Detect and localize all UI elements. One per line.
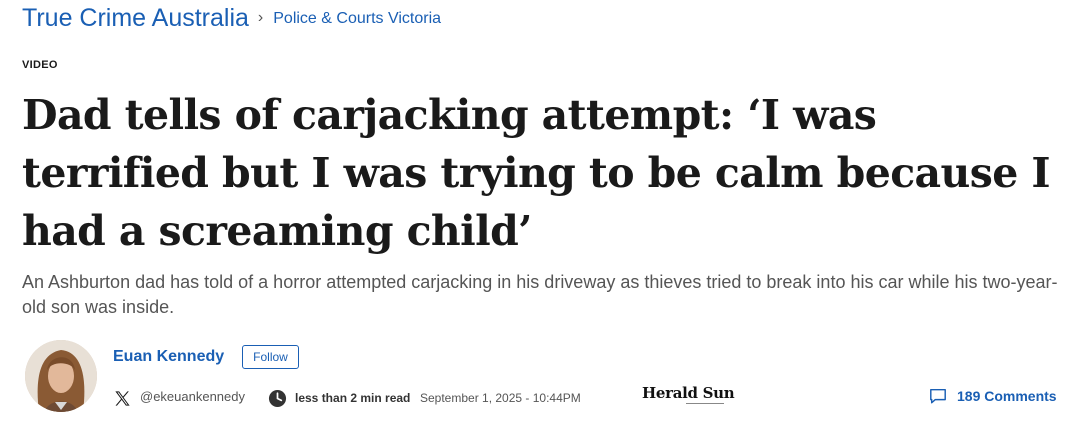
x-logo-icon[interactable] xyxy=(113,389,132,408)
author-name-link[interactable]: Euan Kennedy xyxy=(113,348,224,366)
breadcrumb-section-link[interactable]: Police & Courts Victoria xyxy=(273,10,441,28)
publish-date: September 1, 2025 - 10:44PM xyxy=(420,391,581,405)
breadcrumb-separator: › xyxy=(257,8,264,26)
content-type-label: VIDEO xyxy=(22,59,58,71)
author-handle-link[interactable]: @ekeuankennedy xyxy=(140,389,245,404)
breadcrumb-home-link[interactable]: True Crime Australia xyxy=(22,4,249,33)
article-standfirst: An Ashburton dad has told of a horror at… xyxy=(22,272,1058,317)
masthead-underline xyxy=(686,403,724,407)
masthead-logo: Herald Sun xyxy=(642,384,735,407)
author-photo xyxy=(25,340,97,412)
comment-count: 189 Comments xyxy=(957,388,1057,404)
masthead-name: Herald Sun xyxy=(642,384,735,402)
breadcrumb: True Crime Australia › Police & Courts V… xyxy=(22,4,441,33)
author-avatar[interactable] xyxy=(25,340,97,412)
article-headline: Dad tells of carjacking attempt: ‘I was … xyxy=(22,91,1051,255)
clock-icon xyxy=(268,389,287,408)
comment-icon xyxy=(929,387,947,405)
comments-link[interactable]: 189 Comments xyxy=(929,387,1057,405)
follow-button[interactable]: Follow xyxy=(242,345,299,369)
read-time: less than 2 min read xyxy=(295,391,411,405)
